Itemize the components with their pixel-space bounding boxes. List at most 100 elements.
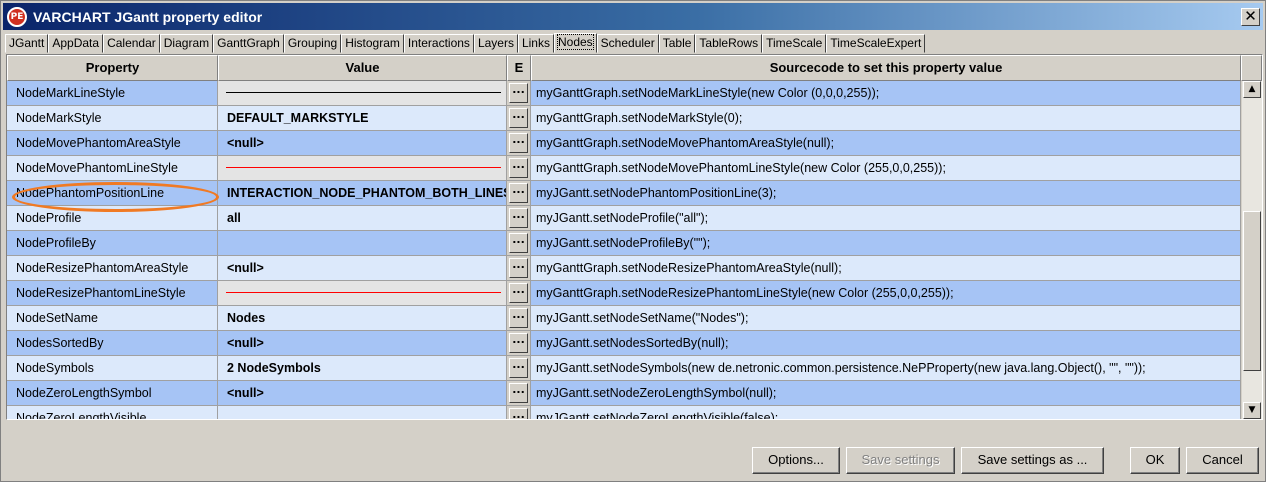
open-editor-button[interactable]: ...: [509, 308, 528, 328]
sourcecode-cell[interactable]: myGanttGraph.setNodeMarkLineStyle(new Co…: [531, 81, 1241, 106]
sourcecode-cell[interactable]: myGanttGraph.setNodeMovePhantomLineStyle…: [531, 156, 1241, 181]
tab-nodes[interactable]: Nodes: [553, 33, 597, 53]
open-editor-button[interactable]: ...: [509, 183, 528, 203]
sourcecode-cell[interactable]: myGanttGraph.setNodeResizePhantomLineSty…: [531, 281, 1241, 306]
sourcecode-cell[interactable]: myJGantt.setNodeZeroLengthSymbol(null);: [531, 381, 1241, 406]
property-name-cell[interactable]: NodeResizePhantomAreaStyle: [7, 256, 218, 281]
scroll-up-button[interactable]: ▲: [1243, 81, 1261, 98]
column-header-property[interactable]: Property: [7, 55, 218, 81]
open-editor-button[interactable]: ...: [509, 108, 528, 128]
tab-grouping[interactable]: Grouping: [283, 34, 342, 53]
property-value-cell[interactable]: all: [218, 206, 507, 231]
sourcecode-cell[interactable]: myGanttGraph.setNodeMarkStyle(0);: [531, 106, 1241, 131]
tab-timescale[interactable]: TimeScale: [762, 34, 827, 53]
property-value-cell[interactable]: [218, 406, 507, 419]
property-value-cell[interactable]: <null>: [218, 256, 507, 281]
tab-jgantt[interactable]: JGantt: [5, 34, 49, 53]
sourcecode-cell[interactable]: myJGantt.setNodeSetName("Nodes");: [531, 306, 1241, 331]
open-editor-button[interactable]: ...: [509, 158, 528, 178]
open-editor-button[interactable]: ...: [509, 283, 528, 303]
table-row[interactable]: NodeProfile all... myJGantt.setNodeProfile…: [7, 206, 1241, 231]
ok-button[interactable]: OK: [1130, 447, 1180, 474]
open-editor-button[interactable]: ...: [509, 258, 528, 278]
tab-tablerows[interactable]: TableRows: [695, 34, 763, 53]
scroll-down-button[interactable]: ▼: [1243, 402, 1261, 419]
property-value-cell[interactable]: [218, 231, 507, 256]
tab-layers[interactable]: Layers: [473, 34, 518, 53]
table-row[interactable]: NodeSetName Nodes... myJGantt.setNodeSetNa…: [7, 306, 1241, 331]
tab-interactions[interactable]: Interactions: [403, 34, 474, 53]
open-editor-button[interactable]: ...: [509, 383, 528, 403]
sourcecode-cell[interactable]: myJGantt.setNodeSymbols(new de.netronic.…: [531, 356, 1241, 381]
property-name-cell[interactable]: NodeProfileBy: [7, 231, 218, 256]
sourcecode-cell[interactable]: myJGantt.setNodeProfile("all");: [531, 206, 1241, 231]
property-name-cell[interactable]: NodeSetName: [7, 306, 218, 331]
table-row[interactable]: NodeZeroLengthSymbol <null>... myJGantt.se…: [7, 381, 1241, 406]
table-row[interactable]: NodesSortedBy <null>... myJGantt.setNodesS…: [7, 331, 1241, 356]
property-value-cell[interactable]: 2 NodeSymbols: [218, 356, 507, 381]
table-row[interactable]: NodePhantomPositionLine INTERACTION_NODE_…: [7, 181, 1241, 206]
property-value-cell[interactable]: <null>: [218, 331, 507, 356]
sourcecode-cell[interactable]: myGanttGraph.setNodeResizePhantomAreaSty…: [531, 256, 1241, 281]
property-name-cell[interactable]: NodeZeroLengthVisible: [7, 406, 218, 419]
property-name-cell[interactable]: NodesSortedBy: [7, 331, 218, 356]
open-editor-button[interactable]: ...: [509, 333, 528, 353]
tab-appdata[interactable]: AppData: [48, 34, 104, 53]
table-row[interactable]: NodeMovePhantomLineStyle... myGanttGraph.…: [7, 156, 1241, 181]
property-name-cell[interactable]: NodeZeroLengthSymbol: [7, 381, 218, 406]
sourcecode-cell[interactable]: myJGantt.setNodeProfileBy("");: [531, 231, 1241, 256]
property-name-cell[interactable]: NodeProfile: [7, 206, 218, 231]
table-row[interactable]: NodeSymbols 2 NodeSymbols... myJGantt.setN…: [7, 356, 1241, 381]
property-value-cell[interactable]: [218, 156, 507, 181]
options-button[interactable]: Options...: [752, 447, 840, 474]
title-bar[interactable]: PE VARCHART JGantt property editor ✕: [3, 3, 1263, 30]
column-header-source[interactable]: Sourcecode to set this property value: [531, 55, 1241, 81]
property-value-cell[interactable]: [218, 281, 507, 306]
close-button[interactable]: ✕: [1241, 8, 1260, 26]
sourcecode-cell[interactable]: myJGantt.setNodesSortedBy(null);: [531, 331, 1241, 356]
save-settings-button[interactable]: Save settings: [846, 447, 955, 474]
property-value-cell[interactable]: DEFAULT_MARKSTYLE: [218, 106, 507, 131]
table-row[interactable]: NodeProfileBy... myJGantt.setNodeProfileB…: [7, 231, 1241, 256]
sourcecode-cell[interactable]: myJGantt.setNodeZeroLengthVisible(false)…: [531, 406, 1241, 419]
property-name-cell[interactable]: NodeResizePhantomLineStyle: [7, 281, 218, 306]
property-value-cell[interactable]: INTERACTION_NODE_PHANTOM_BOTH_LINES: [218, 181, 507, 206]
sourcecode-cell[interactable]: myGanttGraph.setNodeMovePhantomAreaStyle…: [531, 131, 1241, 156]
open-editor-button[interactable]: ...: [509, 208, 528, 228]
save-settings-as-button[interactable]: Save settings as ...: [961, 447, 1104, 474]
tab-histogram[interactable]: Histogram: [341, 34, 404, 53]
open-editor-button[interactable]: ...: [509, 83, 528, 103]
tab-scheduler[interactable]: Scheduler: [596, 34, 659, 53]
open-editor-button[interactable]: ...: [509, 133, 528, 153]
property-value-cell[interactable]: <null>: [218, 131, 507, 156]
property-name-cell[interactable]: NodeSymbols: [7, 356, 218, 381]
column-header-editor[interactable]: E: [507, 55, 531, 81]
property-name-cell[interactable]: NodeMovePhantomLineStyle: [7, 156, 218, 181]
cancel-button[interactable]: Cancel: [1186, 447, 1259, 474]
table-row[interactable]: NodeMovePhantomAreaStyle <null>... myGantt…: [7, 131, 1241, 156]
column-header-value[interactable]: Value: [218, 55, 507, 81]
table-row[interactable]: NodeResizePhantomLineStyle... myGanttGrap…: [7, 281, 1241, 306]
tab-calendar[interactable]: Calendar: [103, 34, 160, 53]
table-row[interactable]: NodeMarkLineStyle... myGanttGraph.setNode…: [7, 81, 1241, 106]
property-name-cell[interactable]: NodeMarkStyle: [7, 106, 218, 131]
tab-links[interactable]: Links: [517, 34, 554, 53]
open-editor-button[interactable]: ...: [509, 233, 528, 253]
property-value-cell[interactable]: <null>: [218, 381, 507, 406]
property-name-cell[interactable]: NodePhantomPositionLine: [7, 181, 218, 206]
tab-diagram[interactable]: Diagram: [159, 34, 214, 53]
table-row[interactable]: NodeMarkStyle DEFAULT_MARKSTYLE... myGantt…: [7, 106, 1241, 131]
property-value-cell[interactable]: Nodes: [218, 306, 507, 331]
scroll-thumb[interactable]: [1243, 211, 1261, 371]
property-name-cell[interactable]: NodeMarkLineStyle: [7, 81, 218, 106]
tab-table[interactable]: Table: [658, 34, 696, 53]
tab-timescaleexpert[interactable]: TimeScaleExpert: [826, 34, 926, 53]
vertical-scrollbar[interactable]: ▲ ▼: [1242, 81, 1262, 419]
property-name-cell[interactable]: NodeMovePhantomAreaStyle: [7, 131, 218, 156]
table-row[interactable]: NodeResizePhantomAreaStyle <null>... myGan…: [7, 256, 1241, 281]
tab-ganttgraph[interactable]: GanttGraph: [213, 34, 284, 53]
open-editor-button[interactable]: ...: [509, 358, 528, 378]
sourcecode-cell[interactable]: myJGantt.setNodePhantomPositionLine(3);: [531, 181, 1241, 206]
open-editor-button[interactable]: ...: [509, 408, 528, 419]
property-value-cell[interactable]: [218, 81, 507, 106]
